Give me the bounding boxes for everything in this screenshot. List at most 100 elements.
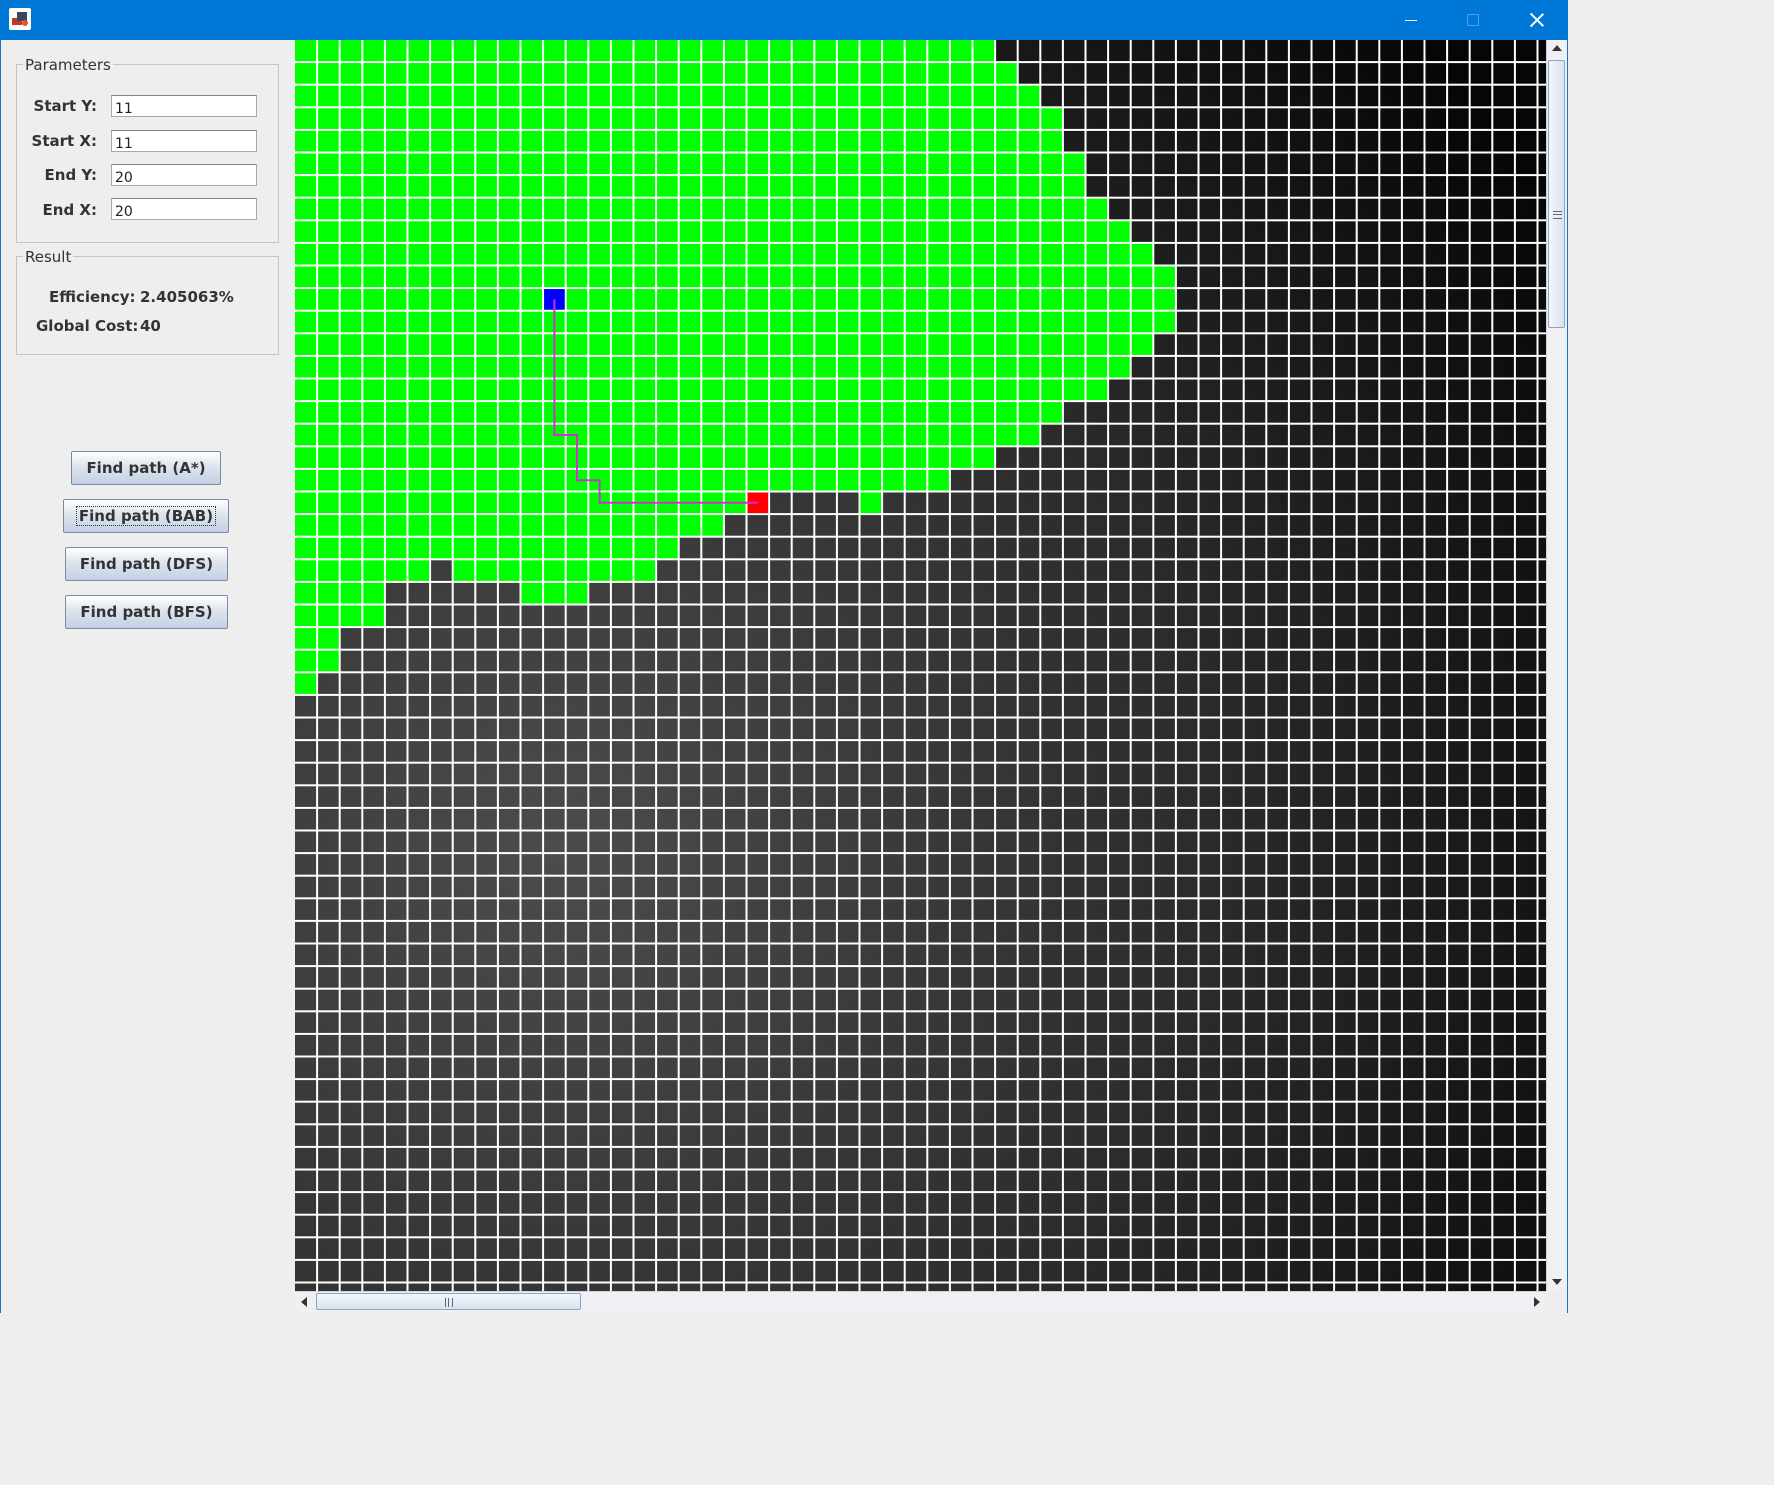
grid-line-horizontal <box>295 287 1546 290</box>
grid-line-horizontal <box>295 739 1546 742</box>
grid-line-horizontal <box>295 467 1546 470</box>
explored-cell-run <box>295 514 724 537</box>
grid-line-vertical <box>768 40 771 1291</box>
grid-line-vertical <box>338 40 341 1291</box>
grid-line-horizontal <box>295 648 1546 651</box>
grid-line-vertical <box>1491 40 1494 1291</box>
grid-line-horizontal <box>295 1055 1546 1058</box>
end-x-input[interactable] <box>111 198 257 220</box>
grid-line-horizontal <box>295 83 1546 86</box>
start-x-input[interactable] <box>111 130 257 152</box>
explored-cell-run <box>295 310 1176 334</box>
pathfinding-grid[interactable] <box>295 40 1546 1291</box>
explored-cell-run <box>520 581 589 605</box>
grid-line-vertical <box>1446 40 1449 1291</box>
grid-line-vertical <box>609 40 612 1291</box>
grid-line-horizontal <box>295 693 1546 696</box>
explored-cell-run <box>295 468 950 492</box>
grid-line-vertical <box>474 40 477 1291</box>
scroll-right-arrow-icon[interactable] <box>1534 1297 1540 1307</box>
grid-line-horizontal <box>295 784 1546 787</box>
grid-line-horizontal <box>295 422 1546 425</box>
grid-line-horizontal <box>295 61 1546 64</box>
grid-line-vertical <box>903 40 906 1291</box>
global-cost-label: Global Cost: <box>36 317 139 335</box>
java-app-icon <box>9 8 31 30</box>
find-path-dfs-label: Find path (DFS) <box>79 555 214 573</box>
grid-line-vertical <box>1174 40 1177 1291</box>
explored-cell-run <box>295 265 1176 289</box>
vertical-scrollbar[interactable] <box>1546 40 1567 1291</box>
grid-line-horizontal <box>295 806 1546 809</box>
close-button[interactable] <box>1506 0 1568 40</box>
scroll-left-arrow-icon[interactable] <box>301 1297 307 1307</box>
grid-line-horizontal <box>295 400 1546 403</box>
explored-cell-run <box>295 175 1086 198</box>
grid-line-vertical <box>1107 40 1110 1291</box>
grid-line-horizontal <box>295 535 1546 538</box>
grid-line-horizontal <box>295 128 1546 131</box>
explored-cell-run <box>295 672 318 695</box>
grid-line-vertical <box>632 40 635 1291</box>
grid-line-vertical <box>1310 40 1313 1291</box>
grid-line-horizontal <box>295 106 1546 109</box>
find-path-bfs-button[interactable]: Find path (BFS) <box>65 595 228 629</box>
start-y-input[interactable] <box>111 95 257 117</box>
grid-line-horizontal <box>295 1236 1546 1239</box>
maximize-button[interactable] <box>1442 0 1504 40</box>
vertical-scroll-thumb[interactable] <box>1548 60 1565 328</box>
explored-cell-run <box>295 40 996 63</box>
grid-line-vertical <box>316 40 319 1291</box>
find-path-bab-button[interactable]: Find path (BAB) <box>63 499 229 533</box>
grid-line-vertical <box>1536 40 1539 1291</box>
grid-line-vertical <box>1197 40 1200 1291</box>
explored-cell-run <box>295 288 1176 311</box>
explored-cell-run <box>452 559 657 582</box>
window-border-left <box>0 40 1 1313</box>
explored-cell-run <box>295 152 1086 176</box>
grid-viewport[interactable] <box>295 40 1546 1291</box>
grid-line-horizontal <box>295 919 1546 922</box>
grid-line-vertical <box>1355 40 1358 1291</box>
end-y-input[interactable] <box>111 164 257 186</box>
grid-line-horizontal <box>295 264 1546 267</box>
grid-line-vertical <box>1400 40 1403 1291</box>
grid-line-horizontal <box>295 580 1546 583</box>
grid-line-horizontal <box>295 1281 1546 1284</box>
horizontal-scroll-thumb[interactable] <box>316 1293 581 1310</box>
grid-line-vertical <box>835 40 838 1291</box>
scroll-corner <box>1546 1291 1567 1312</box>
scroll-down-arrow-icon[interactable] <box>1552 1279 1562 1285</box>
grid-line-horizontal <box>295 1213 1546 1216</box>
horizontal-scrollbar[interactable] <box>295 1291 1546 1312</box>
grid-line-horizontal <box>295 942 1546 945</box>
grid-line-horizontal <box>295 829 1546 832</box>
result-title: Result <box>23 248 74 266</box>
grid-line-vertical <box>1468 40 1471 1291</box>
grid-line-vertical <box>383 40 386 1291</box>
explored-cell-run <box>859 491 883 515</box>
grid-line-vertical <box>564 40 567 1291</box>
grid-line-horizontal <box>295 332 1546 335</box>
grid-line-horizontal <box>295 241 1546 244</box>
grid-line-vertical <box>1378 40 1381 1291</box>
grid-line-horizontal <box>295 987 1546 990</box>
minimize-icon <box>1405 19 1417 21</box>
grid-line-vertical <box>677 40 680 1291</box>
scroll-up-arrow-icon[interactable] <box>1552 45 1562 51</box>
maximize-icon <box>1467 14 1479 26</box>
parameters-panel: Parameters Start Y: Start X: End Y: End … <box>16 56 279 243</box>
find-path-dfs-button[interactable]: Find path (DFS) <box>65 547 228 581</box>
grid-line-horizontal <box>295 513 1546 516</box>
find-path-astar-button[interactable]: Find path (A*) <box>71 451 221 485</box>
grid-line-vertical <box>429 40 432 1291</box>
explored-cell-run <box>295 355 1131 379</box>
minimize-button[interactable] <box>1380 0 1442 40</box>
end-x-label: End X: <box>42 201 97 219</box>
grid-line-horizontal <box>295 377 1546 380</box>
grid-line-horizontal <box>295 1123 1546 1126</box>
parameters-title: Parameters <box>23 56 113 74</box>
efficiency-value: 2.405063% <box>140 288 234 306</box>
efficiency-label: Efficiency: <box>49 288 136 306</box>
window-border-right <box>1567 40 1568 1313</box>
